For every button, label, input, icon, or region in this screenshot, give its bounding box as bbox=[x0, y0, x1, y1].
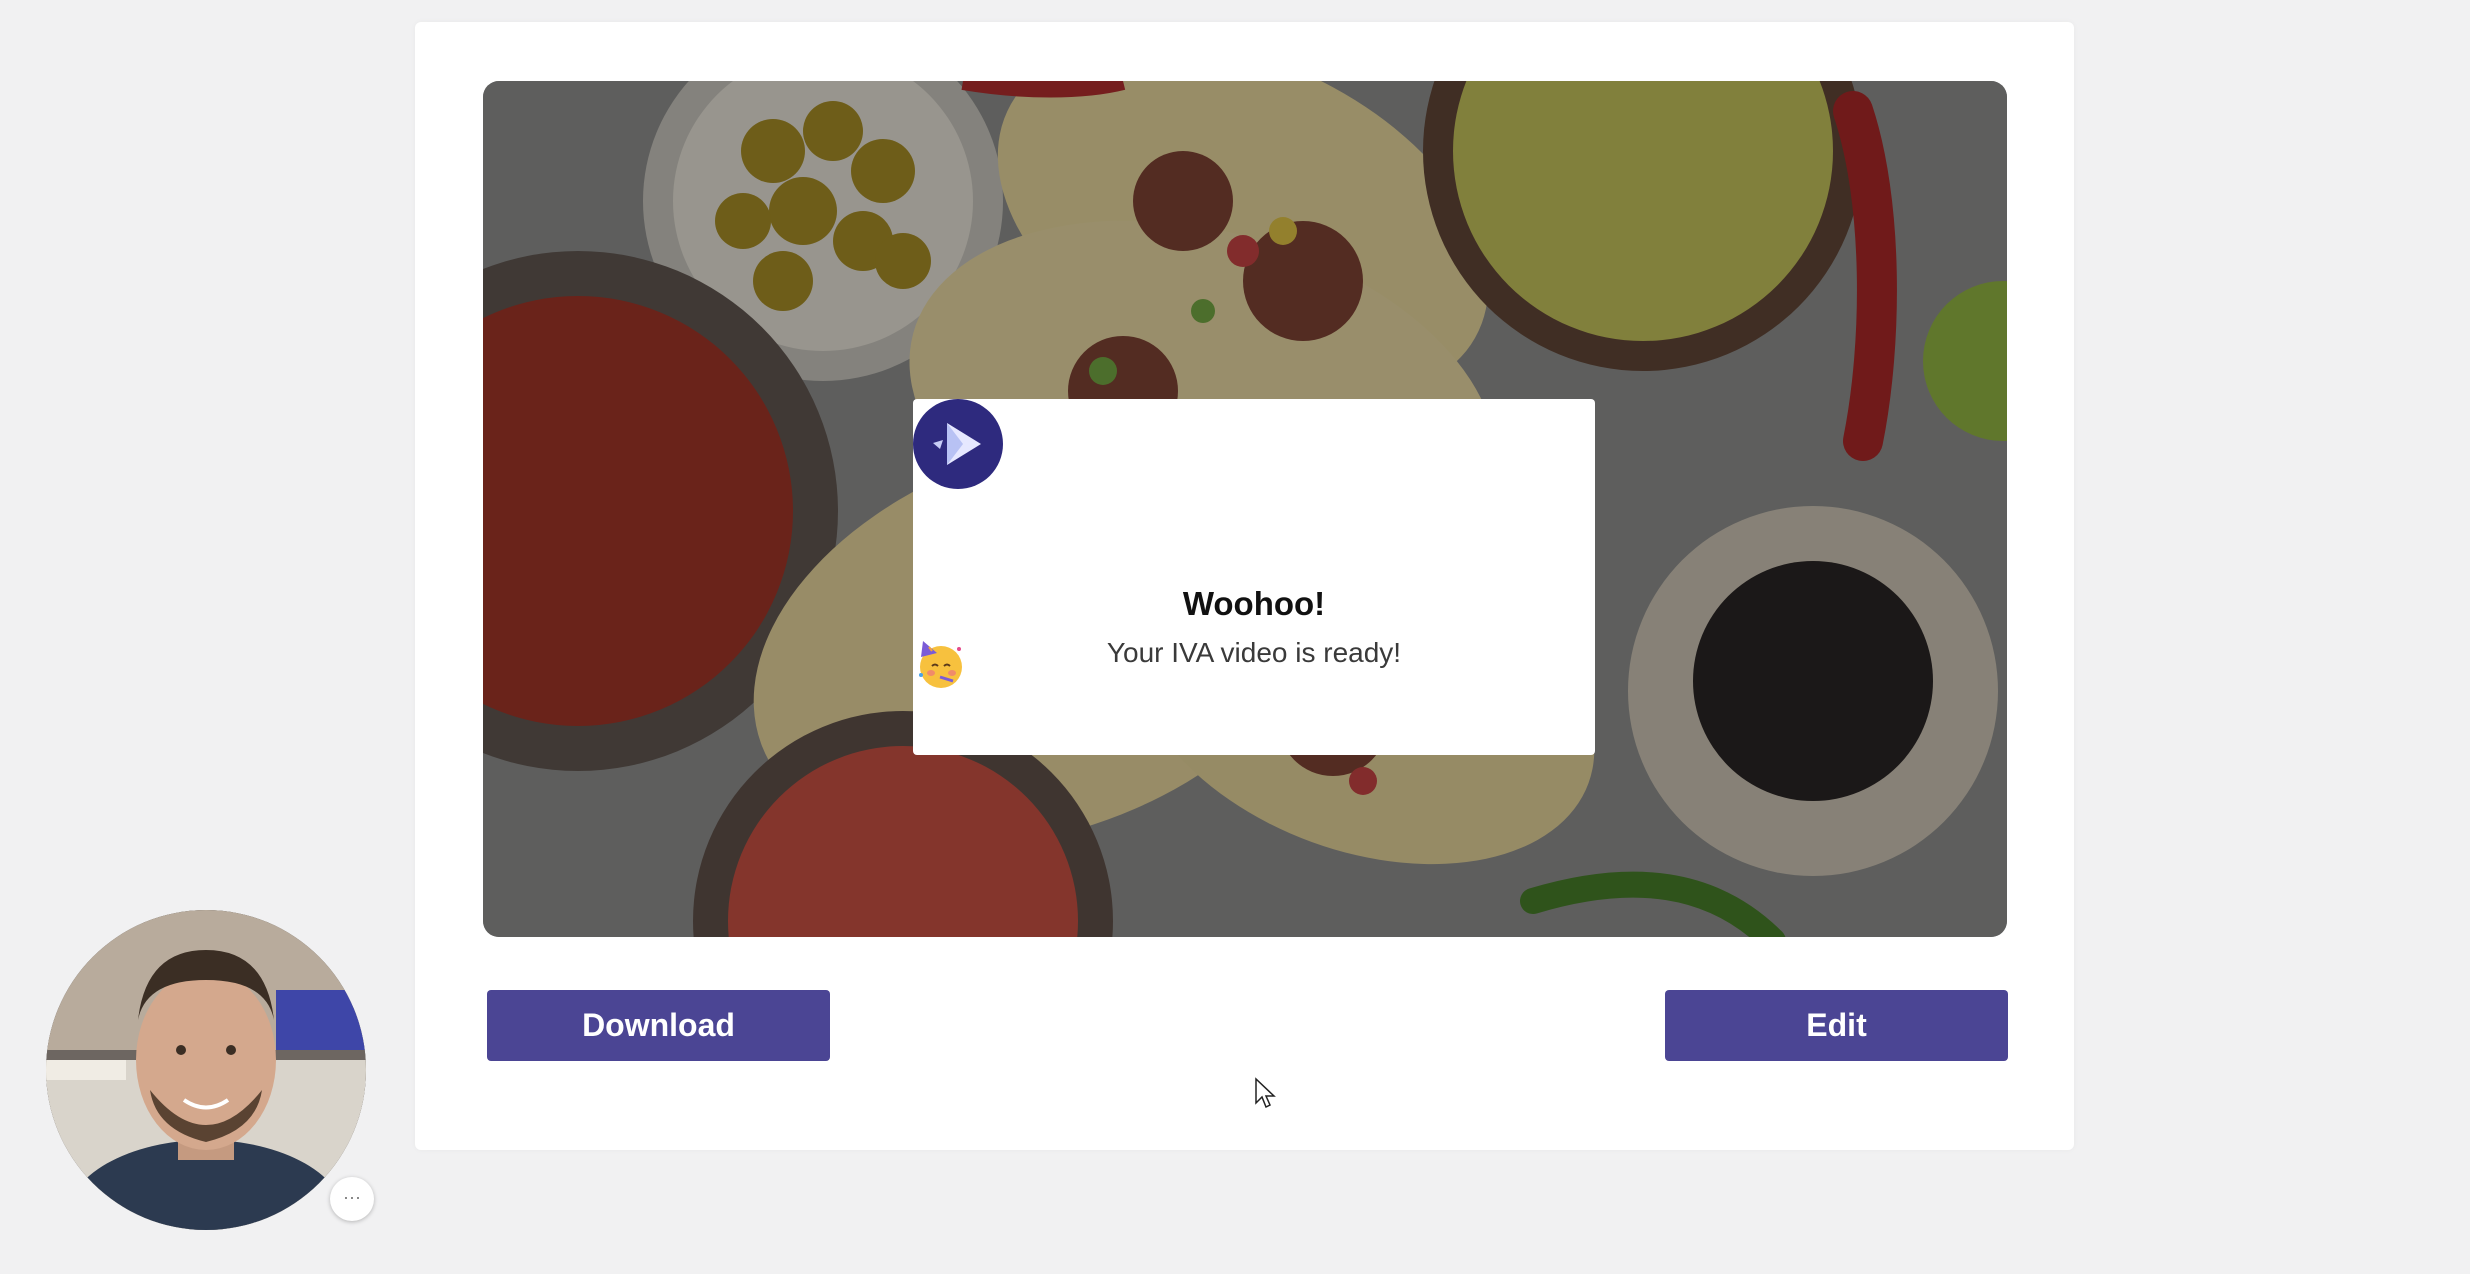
presenter-avatar bbox=[46, 910, 366, 1230]
download-button[interactable]: Download bbox=[487, 990, 830, 1061]
result-card: Woohoo! Your IVA video is ready! Downloa… bbox=[415, 22, 2074, 1150]
success-dialog: Woohoo! Your IVA video is ready! bbox=[913, 399, 1595, 755]
dialog-subtitle: Your IVA video is ready! bbox=[1106, 637, 1402, 668]
webcam-more-button[interactable]: ··· bbox=[330, 1177, 374, 1221]
partying-face-emoji bbox=[919, 641, 962, 688]
dialog-title: Woohoo! bbox=[1182, 585, 1326, 622]
video-preview[interactable]: Woohoo! Your IVA video is ready! bbox=[483, 81, 2007, 937]
webcam-bubble[interactable] bbox=[46, 910, 366, 1230]
dialog-subtitle-row: Your IVA video is ready! bbox=[913, 637, 1595, 688]
edit-button[interactable]: Edit bbox=[1665, 990, 2008, 1061]
mouse-cursor-icon bbox=[1255, 1077, 1276, 1109]
play-logo-icon bbox=[913, 399, 1003, 489]
